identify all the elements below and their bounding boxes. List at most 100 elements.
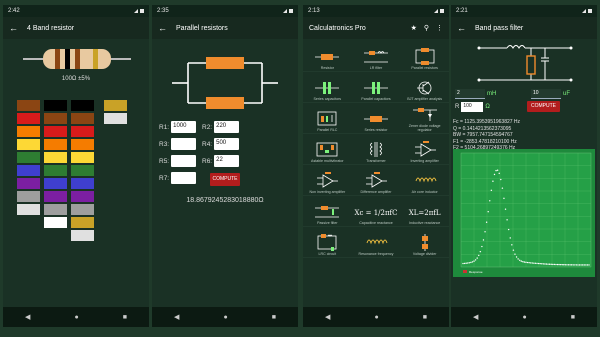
compute-button[interactable]: COMPUTE bbox=[527, 101, 560, 112]
nav-recent-icon[interactable]: ■ bbox=[571, 314, 575, 321]
color-swatch[interactable] bbox=[71, 100, 94, 111]
response-point bbox=[570, 264, 573, 266]
nav-recent-icon[interactable]: ■ bbox=[123, 314, 127, 321]
menu-item-parallel-rlc[interactable]: Parallel RLC bbox=[303, 103, 352, 134]
parallel-rlc-icon bbox=[317, 111, 337, 126]
color-swatch[interactable] bbox=[71, 178, 94, 189]
color-swatch[interactable] bbox=[44, 204, 67, 215]
menu-item-bjt-amplifier-analysis[interactable]: BJT amplifier analysis bbox=[400, 72, 449, 103]
more-icon[interactable]: ⋮ bbox=[436, 24, 443, 32]
color-swatch[interactable] bbox=[17, 100, 40, 111]
response-plot: Response bbox=[453, 149, 595, 277]
color-swatch[interactable] bbox=[71, 152, 94, 163]
color-swatch[interactable] bbox=[44, 139, 67, 150]
menu-item-zener-diode-voltage-regulator[interactable]: Zener diode voltage regulator bbox=[400, 103, 449, 134]
parallel-capacitors-icon bbox=[363, 82, 388, 94]
nav-home-icon[interactable]: ● bbox=[223, 314, 227, 321]
band-pass-circuit-diagram bbox=[477, 45, 573, 82]
color-swatch[interactable] bbox=[44, 152, 67, 163]
color-swatch[interactable] bbox=[17, 152, 40, 163]
nav-back-icon[interactable]: ◀ bbox=[325, 313, 330, 321]
color-swatch[interactable] bbox=[17, 191, 40, 202]
search-icon[interactable]: ⚲ bbox=[424, 24, 429, 32]
menu-item-parallel-capacitors[interactable]: Parallel capacitors bbox=[351, 72, 401, 103]
nav-back-icon[interactable]: ◀ bbox=[473, 313, 478, 321]
color-swatch[interactable] bbox=[71, 165, 94, 176]
page-title: 4 Band resistor bbox=[27, 24, 75, 32]
color-swatch[interactable] bbox=[44, 178, 67, 189]
color-swatch[interactable] bbox=[71, 191, 94, 202]
response-point bbox=[506, 219, 508, 221]
r1-input[interactable]: 1000 bbox=[171, 121, 197, 133]
menu-item-series-resistor[interactable]: Series resistor bbox=[351, 103, 401, 134]
color-swatch[interactable] bbox=[17, 126, 40, 137]
color-swatch[interactable] bbox=[17, 113, 40, 124]
capacitance-input[interactable]: 10 bbox=[531, 89, 561, 99]
menu-item-voltage-divider[interactable]: Voltage divider bbox=[400, 227, 449, 258]
menu-item-parallel-resistors[interactable]: Parallel resistors bbox=[400, 41, 449, 72]
nav-home-icon[interactable]: ● bbox=[74, 314, 78, 321]
menu-item-difference-amplifier[interactable]: Difference amplifier bbox=[351, 165, 401, 196]
color-swatch[interactable] bbox=[71, 230, 94, 241]
menu-item-series-capacitors[interactable]: Series capacitors bbox=[303, 72, 352, 103]
star-icon[interactable]: ★ bbox=[411, 24, 417, 32]
color-swatch[interactable] bbox=[44, 100, 67, 111]
menu-item-astable-multivibrator[interactable]: Astable multivibrator bbox=[303, 134, 352, 165]
color-swatch[interactable] bbox=[44, 113, 67, 124]
r7-input[interactable] bbox=[171, 172, 197, 184]
menu-item-resistor[interactable]: Resistor bbox=[303, 41, 352, 72]
menu-item-non-inverting-amplifier[interactable]: Non inverting amplifier bbox=[303, 165, 352, 196]
color-swatch[interactable] bbox=[44, 191, 67, 202]
back-arrow-icon[interactable]: ← bbox=[457, 23, 466, 33]
menu-item-label: Air core inductor bbox=[411, 190, 438, 194]
menu-item-resonance-frequency[interactable]: Resonance frequency bbox=[351, 227, 401, 258]
color-swatch[interactable] bbox=[17, 165, 40, 176]
r4-input[interactable]: 500 bbox=[214, 138, 240, 150]
color-swatch[interactable] bbox=[71, 113, 94, 124]
color-swatch[interactable] bbox=[17, 139, 40, 150]
color-swatch[interactable] bbox=[71, 217, 94, 228]
r2-row: R2: 220 bbox=[202, 121, 240, 133]
inductance-input[interactable]: 2 bbox=[455, 89, 485, 99]
nav-back-icon[interactable]: ◀ bbox=[174, 313, 179, 321]
phone-calculatronics-menu: 2:13 Calculatronics Pro ★ ⚲ ⋮ Resistor LR… bbox=[303, 5, 449, 327]
r5-label: R5: bbox=[159, 157, 170, 165]
menu-item-air-core-inductor[interactable]: Air core inductor bbox=[400, 165, 449, 196]
back-arrow-icon[interactable]: ← bbox=[158, 23, 167, 33]
r5-input[interactable] bbox=[171, 155, 197, 167]
nav-recent-icon[interactable]: ■ bbox=[272, 314, 276, 321]
compute-button[interactable]: COMPUTE bbox=[210, 173, 240, 186]
menu-item-label: LRC circuit bbox=[318, 252, 337, 256]
menu-item-lrc-circuit[interactable]: LRC circuit bbox=[303, 227, 352, 258]
menu-item-label: Parallel capacitors bbox=[361, 97, 391, 101]
r2-input[interactable]: 220 bbox=[214, 121, 240, 133]
color-swatch[interactable] bbox=[104, 100, 127, 111]
response-point bbox=[479, 250, 482, 253]
color-swatch[interactable] bbox=[44, 126, 67, 137]
menu-item-capacitive-reactance[interactable]: Xc = 1/2πfC Capacitive reactance bbox=[351, 196, 401, 227]
r6-input[interactable]: 22 bbox=[214, 155, 240, 167]
color-swatch[interactable] bbox=[44, 165, 67, 176]
menu-item-inverting-amplifier[interactable]: Inverting amplifier bbox=[400, 134, 449, 165]
nav-home-icon[interactable]: ● bbox=[374, 314, 378, 321]
status-time: 2:13 bbox=[308, 8, 320, 14]
color-swatch[interactable] bbox=[17, 178, 40, 189]
color-swatch[interactable] bbox=[44, 217, 67, 228]
color-swatch[interactable] bbox=[17, 204, 40, 215]
color-swatch[interactable] bbox=[71, 204, 94, 215]
status-time: 2:42 bbox=[8, 8, 20, 14]
nav-back-icon[interactable]: ◀ bbox=[25, 313, 30, 321]
nav-home-icon[interactable]: ● bbox=[522, 314, 526, 321]
resistance-input[interactable]: 100 bbox=[461, 102, 484, 112]
back-arrow-icon[interactable]: ← bbox=[9, 23, 18, 33]
voltage-divider-icon bbox=[421, 234, 428, 251]
r3-input[interactable] bbox=[171, 138, 197, 150]
menu-item-inductive-reactance[interactable]: XL=2πfL Inductive reactance bbox=[400, 196, 449, 227]
menu-item-passive-filter[interactable]: Passive filter bbox=[303, 196, 352, 227]
color-swatch[interactable] bbox=[71, 126, 94, 137]
nav-recent-icon[interactable]: ■ bbox=[423, 314, 427, 321]
color-swatch[interactable] bbox=[104, 113, 127, 124]
menu-item-transformer[interactable]: Transformer bbox=[351, 134, 401, 165]
menu-item-lr-filter[interactable]: LR filter bbox=[351, 41, 401, 72]
color-swatch[interactable] bbox=[71, 139, 94, 150]
